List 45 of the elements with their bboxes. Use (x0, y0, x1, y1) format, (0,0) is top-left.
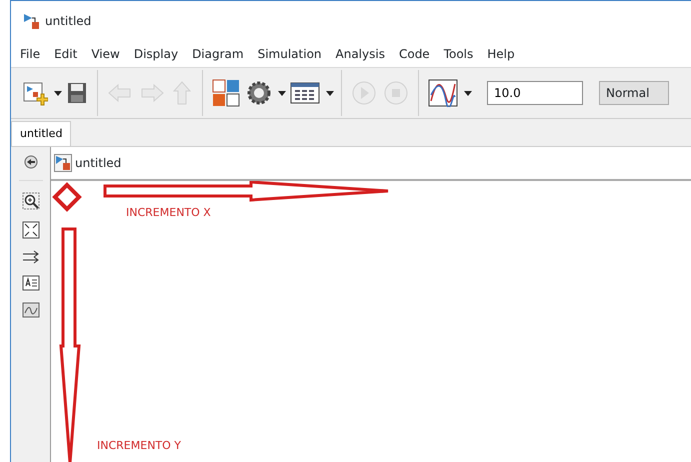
caret-icon[interactable] (325, 88, 335, 98)
arrows-icon (22, 250, 40, 264)
fit-to-view-icon (22, 221, 40, 239)
menu-item[interactable]: Tools (436, 45, 480, 63)
menu-item[interactable]: Diagram (185, 45, 251, 63)
model-icon (23, 12, 40, 30)
text-annotation-button[interactable] (22, 275, 40, 291)
menu-item[interactable]: Code (392, 45, 437, 63)
up-arrow-icon (171, 80, 193, 106)
image-button[interactable] (22, 302, 40, 318)
menu-item[interactable]: Edit (47, 45, 84, 63)
diamond-shape (52, 182, 82, 212)
configuration-icon (290, 81, 320, 105)
caret-icon[interactable] (463, 88, 473, 98)
annotation-label: INCREMENTO X (126, 205, 211, 221)
text-annotation-icon (22, 275, 40, 291)
stop-icon (383, 80, 409, 106)
model-tab[interactable]: untitled (11, 120, 72, 146)
run-icon (351, 80, 377, 106)
gear-icon (246, 80, 272, 106)
annotation-label: INCREMENTO Y (97, 438, 182, 454)
library-icon (212, 79, 240, 107)
menu-item[interactable]: Simulation (250, 45, 329, 63)
fit-to-view-button[interactable] (22, 221, 40, 239)
zoom-icon (22, 192, 40, 210)
stop-time-field[interactable]: 10.0 (487, 81, 583, 105)
menu-item[interactable]: View (84, 45, 127, 63)
breadcrumb-link[interactable]: untitled (75, 154, 122, 172)
arrows-button[interactable] (22, 250, 40, 264)
menu-item[interactable]: Display (126, 45, 186, 63)
new-model-icon (22, 80, 48, 106)
model-icon (54, 154, 72, 172)
menu-item[interactable]: Help (480, 45, 522, 63)
zoom-button[interactable] (22, 192, 40, 210)
back-icon (24, 155, 38, 169)
image-icon (22, 302, 40, 318)
back-button[interactable] (24, 155, 38, 169)
scope-icon (428, 79, 458, 107)
menu-item[interactable]: Analysis (328, 45, 392, 63)
simulation-mode-dropdown[interactable]: Normal (599, 81, 669, 105)
caret-icon[interactable] (277, 88, 287, 98)
menu-item[interactable]: File (13, 45, 48, 63)
caret-icon[interactable] (53, 88, 63, 98)
save-icon (66, 80, 88, 106)
window-title: untitled (45, 13, 92, 30)
